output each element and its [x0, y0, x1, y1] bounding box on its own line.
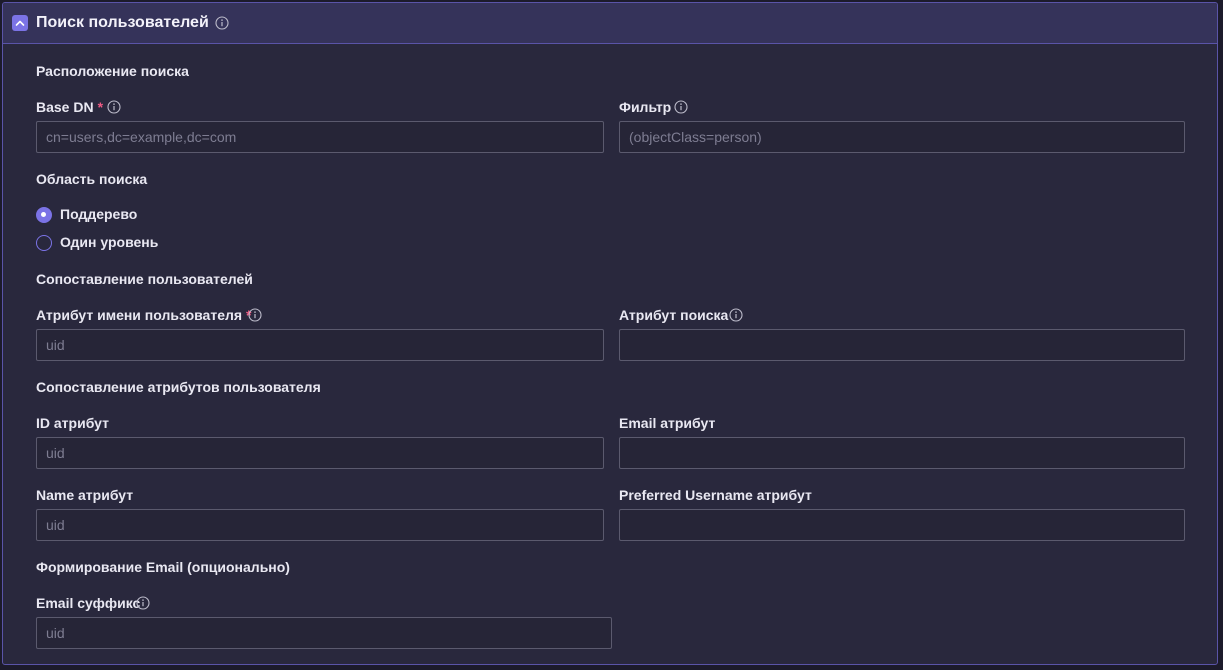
radio-subtree[interactable]	[36, 207, 52, 223]
email-attr-input[interactable]	[619, 437, 1185, 469]
filter-input[interactable]	[619, 121, 1185, 153]
section-search-location: Расположение поиска	[36, 63, 189, 79]
panel-title: Поиск пользователей	[36, 14, 209, 31]
id-attr-label: ID атрибут	[36, 415, 109, 431]
username-attr-input[interactable]	[36, 329, 604, 361]
email-attr-label: Email атрибут	[619, 415, 716, 431]
collapse-button[interactable]	[12, 15, 28, 31]
info-icon[interactable]	[729, 308, 743, 322]
section-user-mapping: Сопоставление пользователей	[36, 271, 253, 287]
name-attr-input[interactable]	[36, 509, 604, 541]
id-attr-input[interactable]	[36, 437, 604, 469]
preferred-username-attr-input[interactable]	[619, 509, 1185, 541]
search-attr-input[interactable]	[619, 329, 1185, 361]
base-dn-input[interactable]	[36, 121, 604, 153]
section-search-scope: Область поиска	[36, 171, 148, 187]
user-search-panel: Поиск пользователей Расположение поиска …	[2, 2, 1218, 665]
chevron-up-icon	[15, 20, 25, 26]
filter-label: Фильтр	[619, 99, 672, 115]
section-email-forming: Формирование Email (опционально)	[36, 559, 290, 575]
info-icon[interactable]	[674, 100, 688, 114]
panel-header[interactable]: Поиск пользователей	[3, 3, 1217, 44]
section-attribute-mapping: Сопоставление атрибутов пользователя	[36, 379, 321, 395]
info-icon[interactable]	[107, 100, 121, 114]
search-attr-label: Атрибут поиска	[619, 307, 729, 323]
base-dn-label: Base DN *	[36, 99, 104, 115]
preferred-username-attr-label: Preferred Username атрибут	[619, 487, 812, 503]
name-attr-label: Name атрибут	[36, 487, 134, 503]
info-icon[interactable]	[215, 16, 229, 30]
email-suffix-label: Email суффикс	[36, 595, 141, 611]
info-icon[interactable]	[248, 308, 262, 322]
username-attr-label: Атрибут имени пользователя *	[36, 307, 252, 323]
radio-one-level-label: Один уровень	[60, 234, 159, 250]
email-suffix-input[interactable]	[36, 617, 612, 649]
required-mark: *	[97, 99, 104, 115]
radio-one-level[interactable]	[36, 235, 52, 251]
info-icon[interactable]	[136, 596, 150, 610]
radio-subtree-label: Поддерево	[60, 206, 138, 222]
